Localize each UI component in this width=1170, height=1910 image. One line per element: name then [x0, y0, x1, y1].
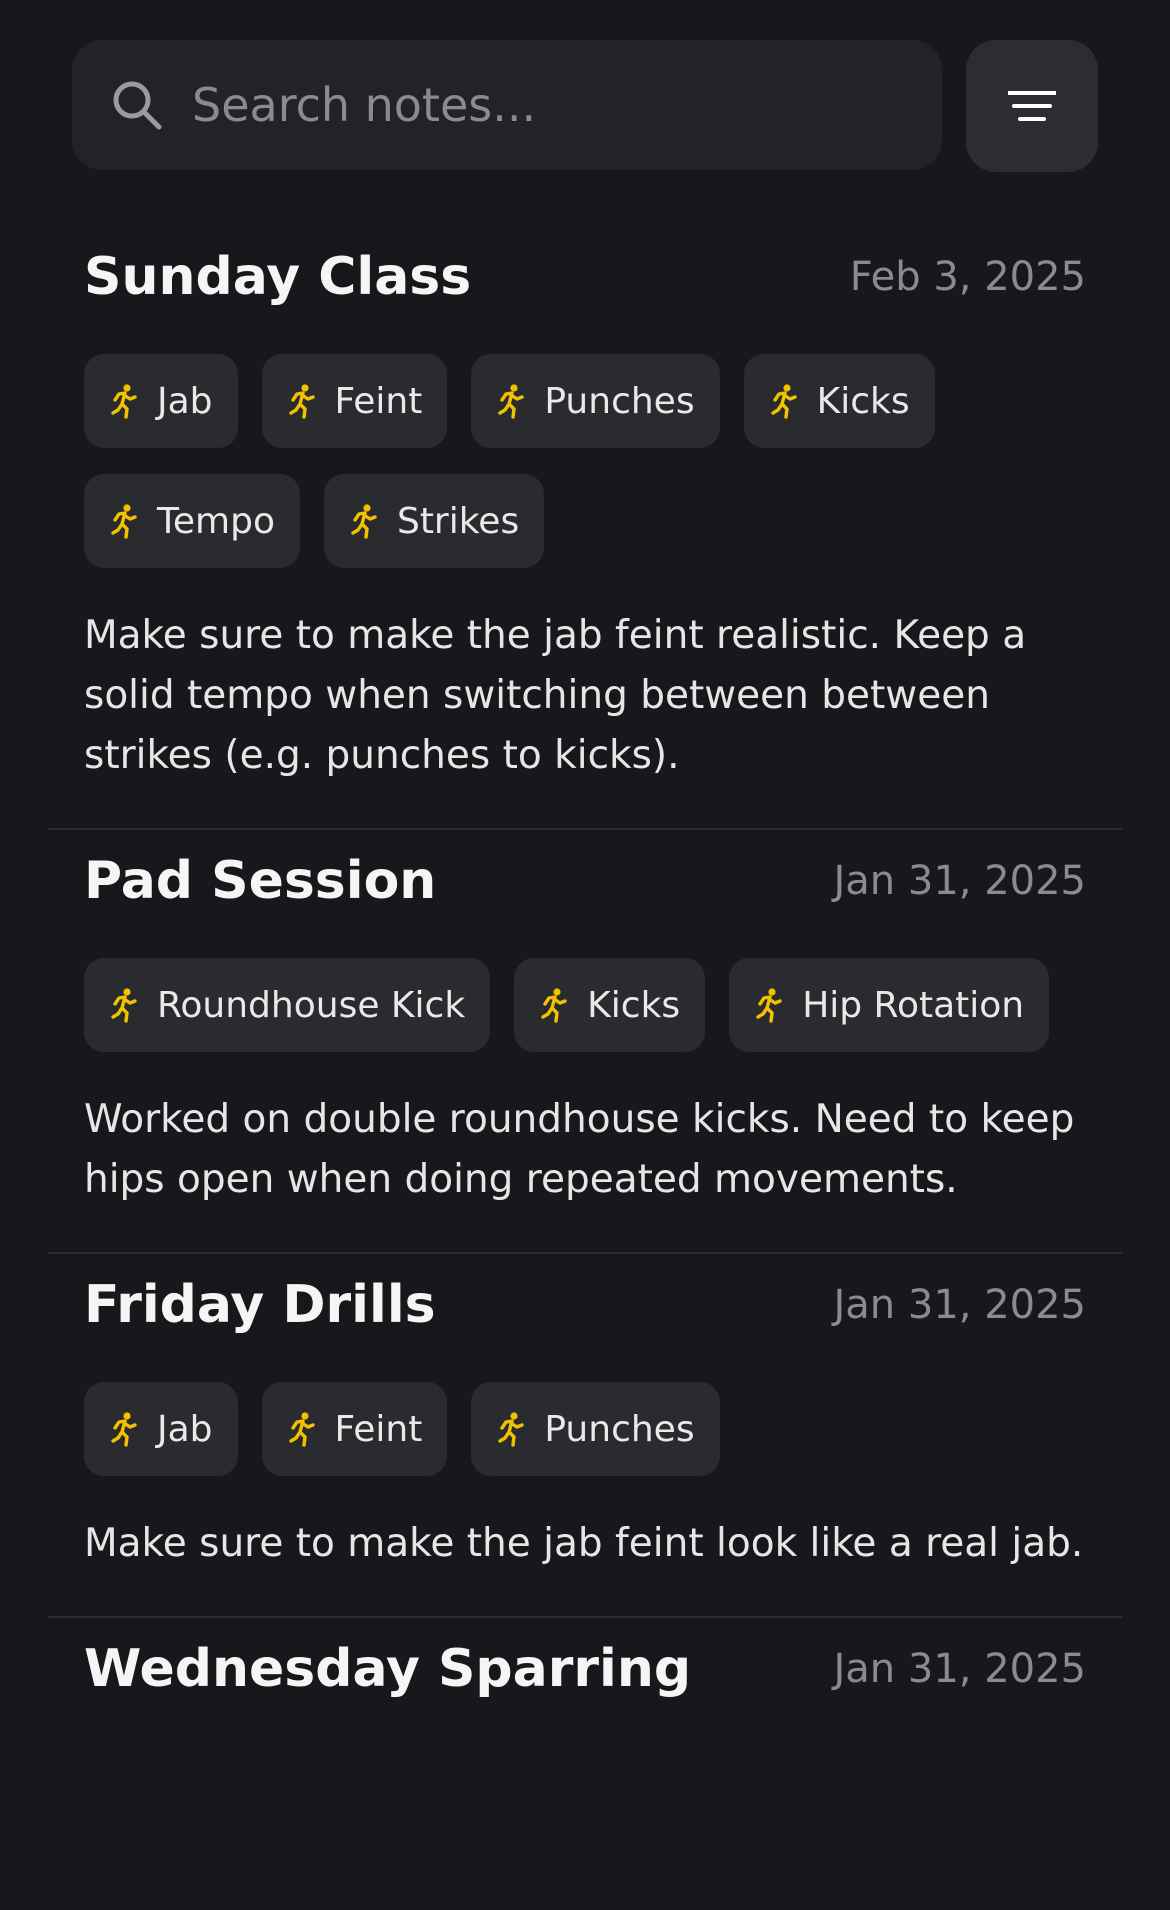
note-body: Worked on double roundhouse kicks. Need …	[84, 1097, 1075, 1202]
tag-list: Jab Feint Punches	[84, 1382, 1086, 1476]
note-body: Make sure to make the jab feint look lik…	[84, 1521, 1084, 1566]
tag-chip[interactable]: Punches	[471, 354, 720, 448]
tag-chip[interactable]: Feint	[261, 354, 448, 448]
tag-label: Jab	[157, 1408, 213, 1450]
note-date: Feb 3, 2025	[849, 254, 1086, 300]
person-running-icon	[109, 383, 139, 419]
tag-chip[interactable]: Jab	[84, 1382, 238, 1476]
person-running-icon	[539, 987, 569, 1023]
tag-chip[interactable]: Tempo	[84, 474, 300, 568]
note-header: Pad Session Jan 31, 2025	[84, 850, 1086, 912]
tag-list: Roundhouse Kick Kicks Hip Rotation	[84, 958, 1086, 1052]
note-card[interactable]: Pad Session Jan 31, 2025 Roundhouse Kick…	[48, 830, 1122, 1254]
tag-chip[interactable]: Feint	[261, 1382, 448, 1476]
note-card[interactable]: Friday Drills Jan 31, 2025 Jab Feint Pun…	[48, 1254, 1122, 1618]
person-running-icon	[769, 383, 799, 419]
note-title: Friday Drills	[84, 1275, 436, 1335]
note-title: Pad Session	[84, 851, 437, 911]
bottom-edge	[0, 1874, 1170, 1910]
tag-chip[interactable]: Kicks	[514, 958, 706, 1052]
note-date: Jan 31, 2025	[833, 858, 1087, 904]
tag-label: Jab	[157, 380, 213, 422]
note-body: Make sure to make the jab feint realisti…	[84, 613, 1027, 778]
tag-chip[interactable]: Strikes	[323, 474, 545, 568]
note-title: Sunday Class	[84, 247, 472, 307]
tag-chip[interactable]: Jab	[84, 354, 238, 448]
note-header: Sunday Class Feb 3, 2025	[84, 246, 1086, 308]
search-input[interactable]	[192, 68, 912, 142]
tag-label: Kicks	[587, 984, 681, 1026]
tag-list: Jab Feint Punches Kicks Tempo Strikes	[84, 354, 1086, 568]
note-card[interactable]: Wednesday Sparring Jan 31, 2025	[48, 1618, 1122, 1742]
tag-label: Feint	[334, 1408, 423, 1450]
person-running-icon	[109, 503, 139, 539]
tag-chip[interactable]: Kicks	[743, 354, 935, 448]
person-running-icon	[496, 1411, 526, 1447]
tag-label: Kicks	[816, 380, 910, 422]
tag-chip[interactable]: Hip Rotation	[729, 958, 1050, 1052]
tag-label: Punches	[544, 380, 695, 422]
tag-label: Punches	[544, 1408, 695, 1450]
note-card[interactable]: Sunday Class Feb 3, 2025 Jab Feint Punch…	[48, 226, 1122, 830]
note-header: Wednesday Sparring Jan 31, 2025	[84, 1638, 1086, 1700]
notes-list: Sunday Class Feb 3, 2025 Jab Feint Punch…	[48, 226, 1122, 1742]
person-running-icon	[287, 1411, 317, 1447]
person-running-icon	[496, 383, 526, 419]
top-bar	[72, 40, 1098, 172]
tag-label: Tempo	[157, 500, 275, 542]
tag-label: Feint	[334, 380, 423, 422]
note-date: Jan 31, 2025	[833, 1646, 1087, 1692]
search-icon	[113, 81, 162, 130]
filter-button[interactable]	[966, 40, 1098, 172]
note-header: Friday Drills Jan 31, 2025	[84, 1274, 1086, 1336]
note-title: Wednesday Sparring	[84, 1639, 692, 1699]
person-running-icon	[287, 383, 317, 419]
person-running-icon	[109, 1411, 139, 1447]
person-running-icon	[349, 503, 379, 539]
note-date: Jan 31, 2025	[833, 1282, 1087, 1328]
tag-chip[interactable]: Roundhouse Kick	[84, 958, 491, 1052]
filter-icon	[1008, 91, 1056, 121]
person-running-icon	[109, 987, 139, 1023]
search-bar[interactable]	[72, 40, 942, 170]
tag-label: Roundhouse Kick	[157, 984, 466, 1026]
tag-label: Strikes	[396, 500, 520, 542]
tag-label: Hip Rotation	[802, 984, 1025, 1026]
person-running-icon	[754, 987, 784, 1023]
tag-chip[interactable]: Punches	[471, 1382, 720, 1476]
